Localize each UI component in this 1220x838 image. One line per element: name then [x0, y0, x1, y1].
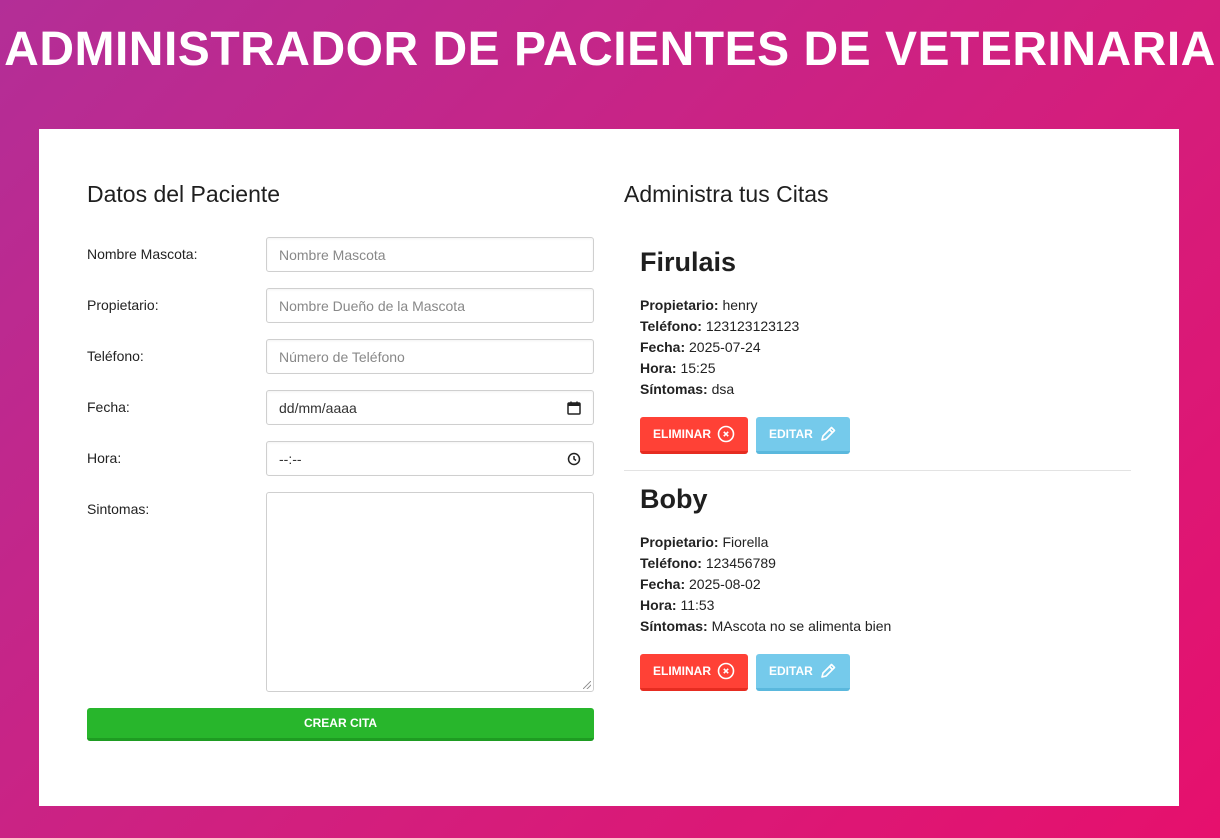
delete-button[interactable]: ELIMINAR	[640, 654, 748, 691]
phone-placeholder: Número de Teléfono	[279, 348, 405, 365]
pet-name-row: Nombre Mascota: Nombre Mascota	[87, 237, 594, 272]
edit-button[interactable]: EDITAR	[756, 417, 850, 454]
x-circle-icon	[717, 662, 735, 680]
pet-name-placeholder: Nombre Mascota	[279, 246, 386, 263]
time-label: Hora:	[87, 450, 122, 466]
page-title: ADMINISTRADOR DE PACIENTES DE VETERINARI…	[4, 23, 1216, 76]
owner-row: Propietario: Nombre Dueño de la Mascota	[87, 288, 594, 323]
symptoms-row: Sintomas:	[87, 492, 594, 692]
time-row: Hora: --:--	[87, 441, 594, 476]
owner-input[interactable]: Nombre Dueño de la Mascota	[266, 288, 594, 323]
owner-line: Propietario: Fiorella	[640, 534, 769, 550]
owner-label: Propietario:	[87, 297, 159, 313]
form-title: Datos del Paciente	[87, 181, 281, 207]
appointment-divider	[624, 470, 1131, 471]
phone-label: Teléfono:	[87, 348, 144, 364]
main-card: Datos del Paciente Nombre Mascota: Nombr…	[39, 129, 1179, 806]
phone-line: Teléfono: 123456789	[640, 555, 776, 571]
date-row: Fecha: dd/mm/aaaa	[87, 390, 594, 425]
time-line: Hora: 11:53	[640, 597, 715, 613]
pet-name-input[interactable]: Nombre Mascota	[266, 237, 594, 272]
phone-line: Teléfono: 123123123123	[640, 318, 800, 334]
date-input[interactable]: dd/mm/aaaa	[266, 390, 594, 425]
phone-row: Teléfono: Número de Teléfono	[87, 339, 594, 374]
create-appointment-button[interactable]: CREAR CITA	[87, 708, 594, 741]
appointments-title: Administra tus Citas	[624, 181, 829, 207]
time-placeholder: --:--	[279, 450, 302, 467]
symptoms-textarea[interactable]	[266, 492, 594, 692]
x-circle-icon	[717, 425, 735, 443]
date-line: Fecha: 2025-08-02	[640, 576, 761, 592]
time-input[interactable]: --:--	[266, 441, 594, 476]
appointments-list: Administra tus Citas Firulais Propietari…	[624, 181, 1131, 691]
pencil-icon	[819, 425, 837, 443]
time-line: Hora: 15:25	[640, 360, 716, 376]
phone-input[interactable]: Número de Teléfono	[266, 339, 594, 374]
owner-line: Propietario: henry	[640, 297, 758, 313]
date-placeholder: dd/mm/aaaa	[279, 399, 357, 416]
edit-button[interactable]: EDITAR	[756, 654, 850, 691]
symptoms-line: Síntomas: MAscota no se alimenta bien	[640, 618, 892, 634]
pet-name: Firulais	[640, 247, 737, 277]
owner-placeholder: Nombre Dueño de la Mascota	[279, 297, 465, 314]
pencil-icon	[819, 662, 837, 680]
delete-button[interactable]: ELIMINAR	[640, 417, 748, 454]
resize-handle[interactable]	[583, 681, 591, 689]
patient-form: Datos del Paciente Nombre Mascota: Nombr…	[87, 181, 594, 741]
symptoms-line: Síntomas: dsa	[640, 381, 735, 397]
clock-icon[interactable]	[567, 452, 581, 466]
date-line: Fecha: 2025-07-24	[640, 339, 761, 355]
symptoms-label: Sintomas:	[87, 501, 150, 517]
pet-name-label: Nombre Mascota:	[87, 246, 198, 262]
date-label: Fecha:	[87, 399, 130, 415]
pet-name: Boby	[640, 484, 708, 514]
calendar-icon[interactable]	[567, 401, 581, 415]
